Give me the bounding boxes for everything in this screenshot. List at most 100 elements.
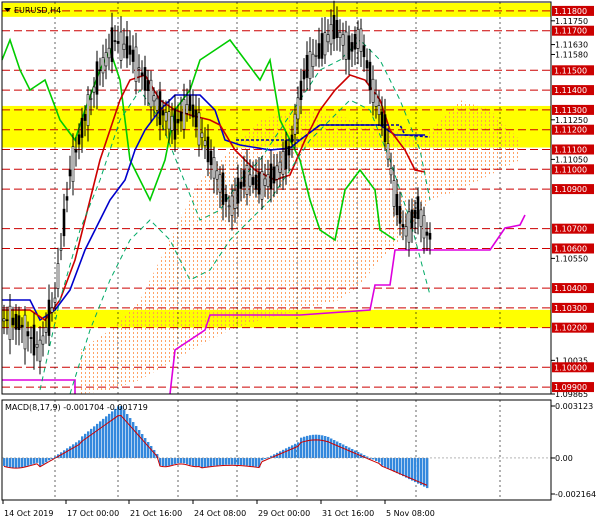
candle-body (17, 315, 21, 330)
macd-bar (195, 457, 198, 467)
macd-bar (219, 457, 222, 466)
macd-bar (141, 434, 144, 458)
candle-body (317, 43, 321, 59)
macd-bar (21, 457, 24, 468)
price-label: 1.11580 (555, 50, 588, 59)
candle-body (314, 55, 318, 57)
candle-body (209, 150, 213, 166)
macd-bar (399, 457, 402, 475)
candle-body (344, 31, 348, 60)
candle-body (383, 114, 387, 143)
macd-bar (222, 457, 225, 465)
candle-body (125, 36, 129, 59)
candle-body (380, 111, 384, 127)
candle-body (134, 46, 138, 82)
candle-body (374, 93, 378, 107)
candle-body (368, 61, 372, 91)
candle-body (338, 31, 342, 38)
candle-body (98, 69, 102, 72)
candle-body (407, 211, 411, 243)
candle-body (254, 174, 258, 190)
macd-bar (225, 457, 228, 465)
macd-bar (306, 435, 309, 458)
candle-body (203, 140, 207, 146)
symbol-title: EURUSD,H4 (14, 6, 61, 15)
macd-bar (171, 457, 174, 465)
candle-body (173, 108, 177, 140)
candle-body (401, 224, 405, 228)
candle-body (425, 231, 429, 236)
macd-bar (150, 445, 153, 458)
candle-body (38, 339, 42, 362)
time-label: 17 Oct 00:00 (67, 509, 119, 518)
macd-bar (168, 457, 171, 466)
price-zone (2, 2, 551, 17)
macd-bar (84, 433, 87, 458)
candle-body (239, 181, 243, 189)
macd-bar (138, 430, 141, 458)
candle-body (266, 174, 270, 188)
candle-body (389, 168, 393, 176)
candle-body (23, 314, 27, 350)
candle-body (269, 163, 273, 190)
candle-body (185, 104, 189, 114)
candle-body (122, 43, 126, 50)
macd-bar (420, 457, 423, 486)
macd-bar (336, 441, 339, 458)
candle-body (311, 53, 315, 67)
macd-bar (114, 408, 117, 458)
price-level-label: 1.11200 (554, 126, 587, 135)
candle-body (50, 307, 54, 313)
candle-body (260, 171, 264, 200)
macd-bar (234, 457, 237, 465)
macd-bar (24, 457, 27, 467)
candle-body (170, 115, 174, 131)
macd-bar (291, 445, 294, 458)
macd-bar (9, 457, 12, 468)
macd-bar (303, 436, 306, 458)
candle-body (83, 114, 87, 121)
candle-body (149, 79, 153, 108)
trading-chart[interactable]: 1.11750 1.116301.11580 1.11250 1.11050 1.105… (0, 0, 597, 524)
macd-axis-label: 0.00 (555, 454, 573, 463)
macd-bar (75, 442, 78, 458)
time-label: 31 Oct 16:00 (322, 509, 374, 518)
price-level-label: 1.11100 (554, 145, 587, 154)
macd-bar (165, 457, 168, 467)
candle-body (386, 143, 390, 160)
candle-body (191, 104, 195, 118)
macd-bar (177, 457, 180, 464)
time-label: 21 Oct 16:00 (130, 509, 182, 518)
macd-bar (324, 436, 327, 458)
macd-bar (45, 457, 48, 463)
macd-axis-label: -0.002164 (555, 490, 596, 499)
price-label: 1.11050 (555, 155, 588, 164)
macd-bar (63, 450, 66, 458)
candle-body (188, 95, 192, 111)
candle-body (179, 111, 183, 122)
time-label: 29 Oct 00:00 (258, 509, 310, 518)
candle-body (371, 78, 375, 103)
macd-bar (414, 457, 417, 483)
candle-body (275, 165, 279, 180)
macd-bar (18, 457, 21, 468)
candle-body (272, 166, 276, 184)
macd-bar (186, 457, 189, 465)
macd-bar (87, 431, 90, 458)
candle-body (164, 112, 168, 122)
macd-bar (300, 437, 303, 458)
macd-bar (117, 406, 120, 458)
macd-bar (294, 443, 297, 458)
macd-bar (312, 434, 315, 458)
macd-bar (246, 457, 249, 466)
candle-body (377, 105, 381, 115)
macd-bar (327, 436, 330, 458)
macd-bar (321, 435, 324, 458)
candle-body (20, 324, 24, 328)
macd-bar (27, 457, 30, 466)
macd-bar (342, 444, 345, 458)
macd-bar (384, 457, 387, 468)
macd-bar (351, 448, 354, 458)
macd-bar (30, 457, 33, 465)
price-level-label: 1.11000 (554, 165, 587, 174)
